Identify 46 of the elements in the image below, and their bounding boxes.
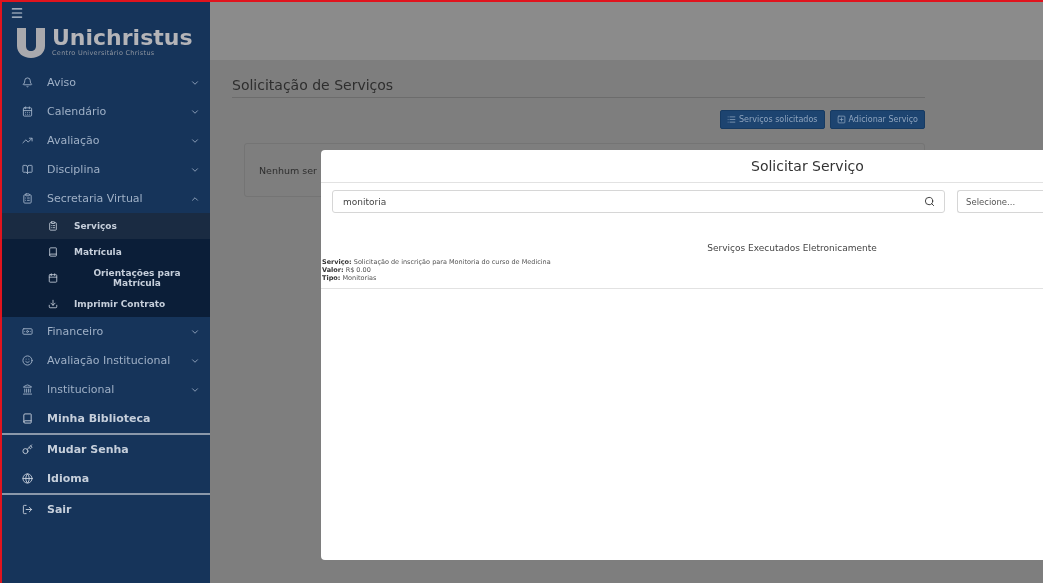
list-icon	[726, 115, 736, 124]
submenu-item[interactable]: Imprimir Contrato	[2, 291, 210, 317]
book-icon	[48, 247, 58, 257]
empty-message: Nenhum ser	[259, 164, 317, 176]
calendar-icon	[48, 273, 58, 283]
sidebar-item[interactable]: Avaliação Institucional	[2, 346, 210, 375]
page-title: Solicitação de Serviços	[232, 77, 925, 98]
sidebar-item[interactable]: Idioma	[2, 464, 210, 493]
logo-icon	[16, 26, 46, 58]
select-dropdown[interactable]: Selecione...	[957, 190, 1043, 213]
submenu-item[interactable]: Orientações para Matrícula	[2, 265, 210, 291]
sidebar-item[interactable]: Minha Biblioteca	[2, 404, 210, 433]
book-icon	[22, 164, 33, 175]
globe-icon	[22, 473, 33, 484]
sidebar-item[interactable]: Disciplina	[2, 155, 210, 184]
submenu-item[interactable]: Serviços	[2, 213, 210, 239]
sidebar-item[interactable]: Avaliação	[2, 126, 210, 155]
bank-icon	[22, 384, 33, 395]
sidebar-item[interactable]: Sair	[2, 495, 210, 524]
calendar-icon	[22, 106, 33, 117]
download-icon	[48, 299, 58, 309]
clipboard-icon	[48, 221, 58, 231]
sidebar-item[interactable]: Secretaria Virtual	[2, 184, 210, 213]
logout-icon	[22, 504, 33, 515]
money-icon	[22, 326, 33, 337]
modal-title: Solicitar Serviço	[321, 150, 1043, 183]
logo-name: Unichristus	[52, 27, 193, 49]
plus-square-icon	[836, 115, 846, 124]
bell-icon	[22, 77, 33, 88]
book-icon	[22, 413, 33, 424]
sidebar-item[interactable]: Financeiro	[2, 317, 210, 346]
clipboard-icon	[22, 193, 33, 204]
menu-icon	[10, 6, 24, 20]
sidebar-item[interactable]: Aviso	[2, 68, 210, 97]
sidebar-item[interactable]: Mudar Senha	[2, 435, 210, 464]
search-field[interactable]: monitoria	[332, 190, 945, 213]
requested-services-button[interactable]: Serviços solicitados	[719, 110, 825, 129]
add-service-button[interactable]: Adicionar Serviço	[829, 110, 925, 129]
chart-icon	[22, 135, 33, 146]
smiley-icon	[22, 355, 33, 366]
submenu-item[interactable]: Matrícula	[2, 239, 210, 265]
section-title: Serviços Executados Eletronicamente	[706, 242, 878, 253]
sidebar-item[interactable]: Calendário	[2, 97, 210, 126]
search-icon[interactable]	[924, 196, 935, 207]
sidebar-item[interactable]: Institucional	[2, 375, 210, 404]
key-icon	[22, 444, 33, 455]
